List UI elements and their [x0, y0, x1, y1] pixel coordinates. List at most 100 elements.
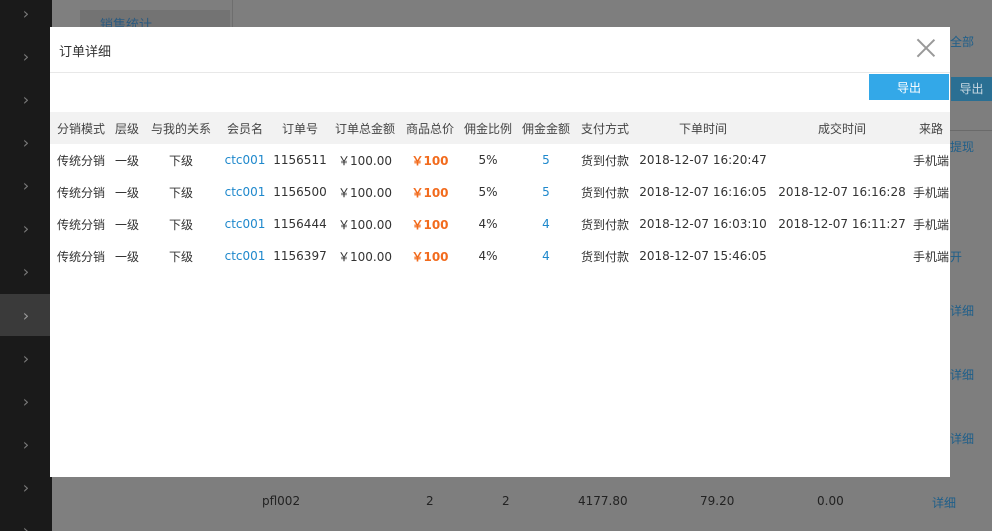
- cell-order-time: 2018-12-07 16:16:05: [639, 185, 767, 199]
- order-table: 分销模式 层级 与我的关系 会员名 订单号 订单总金额 商品总价 佣金比例 佣金…: [50, 112, 950, 272]
- cell-level: 一级: [114, 153, 139, 168]
- chevron-right-icon[interactable]: ›: [0, 121, 52, 163]
- col-header-order-no: 订单号: [281, 121, 318, 136]
- cell-member-link[interactable]: ctc001: [220, 144, 270, 176]
- cell-source: 手机端: [912, 153, 949, 168]
- table-row: 传统分销 一级 下级 ctc001 1156511 ￥100.00 ￥100 5…: [50, 144, 950, 176]
- bg-detail-link[interactable]: 详细: [932, 494, 956, 511]
- col-header-deal-time: 成交时间: [817, 121, 866, 136]
- table-row: 传统分销 一级 下级 ctc001 1156500 ￥100.00 ￥100 5…: [50, 176, 950, 208]
- chevron-right-icon[interactable]: ›: [0, 337, 52, 379]
- bg-link-detail[interactable]: 详细: [950, 430, 974, 447]
- left-nav-rail: › › › › › › › › › › › › ›: [0, 0, 52, 531]
- cell-level: 一级: [114, 249, 139, 264]
- col-header-member: 会员名: [226, 121, 263, 136]
- cell-order-no: 1156397: [273, 249, 327, 263]
- cell-member-link[interactable]: ctc001: [220, 240, 270, 272]
- col-header-commission-rate: 佣金比例: [463, 121, 512, 136]
- chevron-right-icon[interactable]: ›: [0, 0, 52, 34]
- cell-relation: 下级: [168, 185, 193, 200]
- col-header-mode: 分销模式: [56, 121, 105, 136]
- cell-goods-total: ￥100: [411, 185, 449, 200]
- table-row: 传统分销 一级 下级 ctc001 1156444 ￥100.00 ￥100 4…: [50, 208, 950, 240]
- cell-source: 手机端: [912, 217, 949, 232]
- col-header-relation: 与我的关系: [150, 121, 211, 136]
- cell-level: 一级: [114, 217, 139, 232]
- order-detail-modal: 订单详细 导出 分销模式 层级 与我的关系 会员名 订单号 订单总金额 商品总价…: [50, 27, 950, 477]
- col-header-goods-total: 商品总价: [405, 121, 454, 136]
- chevron-right-icon[interactable]: ›: [0, 380, 52, 422]
- bg-cell-withdrawn: 0.00: [817, 494, 844, 508]
- cell-commission-amount[interactable]: 5: [516, 144, 576, 176]
- cell-relation: 下级: [168, 153, 193, 168]
- bg-cell-member: pfl002: [262, 494, 301, 508]
- bg-link-open[interactable]: 开: [950, 248, 962, 265]
- cell-source: 手机端: [912, 249, 949, 264]
- cell-payment: 货到付款: [580, 153, 629, 168]
- bg-link-detail[interactable]: 详细: [950, 366, 974, 383]
- table-row: 传统分销 一级 下级 ctc001 1156397 ￥100.00 ￥100 4…: [50, 240, 950, 272]
- modal-header: 订单详细: [50, 27, 950, 73]
- cell-commission-amount[interactable]: 4: [516, 240, 576, 272]
- export-button[interactable]: 导出: [869, 74, 949, 100]
- cell-order-no: 1156500: [273, 185, 327, 199]
- col-header-order-total: 订单总金额: [334, 121, 395, 136]
- cell-order-time: 2018-12-07 16:03:10: [639, 217, 767, 231]
- chevron-right-icon[interactable]: ›: [0, 466, 52, 508]
- chevron-right-icon[interactable]: ›: [0, 164, 52, 206]
- bg-cell-commission: 79.20: [700, 494, 735, 508]
- bg-cell-order-count: 2: [502, 494, 510, 508]
- cell-commission-amount[interactable]: 4: [516, 208, 576, 240]
- cell-order-no: 1156511: [273, 153, 327, 167]
- cell-payment: 货到付款: [580, 185, 629, 200]
- chevron-right-icon[interactable]: ›: [0, 509, 52, 531]
- cell-level: 一级: [114, 185, 139, 200]
- chevron-right-icon[interactable]: ›: [0, 207, 52, 249]
- cell-order-no: 1156444: [273, 217, 327, 231]
- bg-link-withdraw[interactable]: 提现: [950, 138, 974, 155]
- cell-commission-rate: 5%: [478, 153, 498, 167]
- col-header-commission-amount: 佣金金额: [521, 121, 570, 136]
- col-header-source: 来路: [918, 121, 943, 136]
- chevron-right-icon[interactable]: ›: [0, 78, 52, 120]
- cell-deal-time: 2018-12-07 16:16:28: [778, 185, 906, 199]
- table-header-row: 分销模式 层级 与我的关系 会员名 订单号 订单总金额 商品总价 佣金比例 佣金…: [50, 112, 950, 144]
- cell-goods-total: ￥100: [411, 249, 449, 264]
- cell-relation: 下级: [168, 249, 193, 264]
- cell-mode: 传统分销: [56, 153, 105, 168]
- bg-link-all[interactable]: 全部: [950, 33, 974, 50]
- cell-goods-total: ￥100: [411, 153, 449, 168]
- close-icon[interactable]: [916, 38, 936, 58]
- chevron-right-icon[interactable]: ›: [0, 35, 52, 77]
- col-header-level: 层级: [114, 121, 139, 136]
- chevron-right-icon[interactable]: ›: [0, 250, 52, 292]
- cell-deal-time: [772, 144, 912, 176]
- cell-goods-total: ￥100: [411, 217, 449, 232]
- cell-mode: 传统分销: [56, 249, 105, 264]
- cell-order-time: 2018-12-07 15:46:05: [639, 249, 767, 263]
- cell-order-time: 2018-12-07 16:20:47: [639, 153, 767, 167]
- cell-commission-rate: 5%: [478, 185, 498, 199]
- bg-divider: [950, 130, 992, 131]
- bg-cell-level-count: 2: [426, 494, 434, 508]
- modal-title: 订单详细: [59, 45, 112, 60]
- bg-table-row: pfl002 2 2 4177.80 79.20 0.00 详细: [80, 488, 992, 516]
- cell-member-link[interactable]: ctc001: [220, 176, 270, 208]
- chevron-right-icon[interactable]: ›: [0, 294, 52, 336]
- cell-source: 手机端: [912, 185, 949, 200]
- cell-commission-rate: 4%: [478, 249, 498, 263]
- cell-order-total: ￥100.00: [338, 185, 392, 200]
- bg-export-button[interactable]: 导出: [951, 77, 992, 101]
- cell-relation: 下级: [168, 217, 193, 232]
- cell-commission-amount[interactable]: 5: [516, 176, 576, 208]
- cell-deal-time: [772, 240, 912, 272]
- cell-deal-time: 2018-12-07 16:11:27: [778, 217, 906, 231]
- col-header-payment: 支付方式: [580, 121, 629, 136]
- cell-mode: 传统分销: [56, 217, 105, 232]
- cell-payment: 货到付款: [580, 217, 629, 232]
- bg-link-detail[interactable]: 详细: [950, 302, 974, 319]
- bg-divider: [232, 0, 233, 30]
- bg-cell-amount: 4177.80: [578, 494, 628, 508]
- chevron-right-icon[interactable]: ›: [0, 423, 52, 465]
- cell-member-link[interactable]: ctc001: [220, 208, 270, 240]
